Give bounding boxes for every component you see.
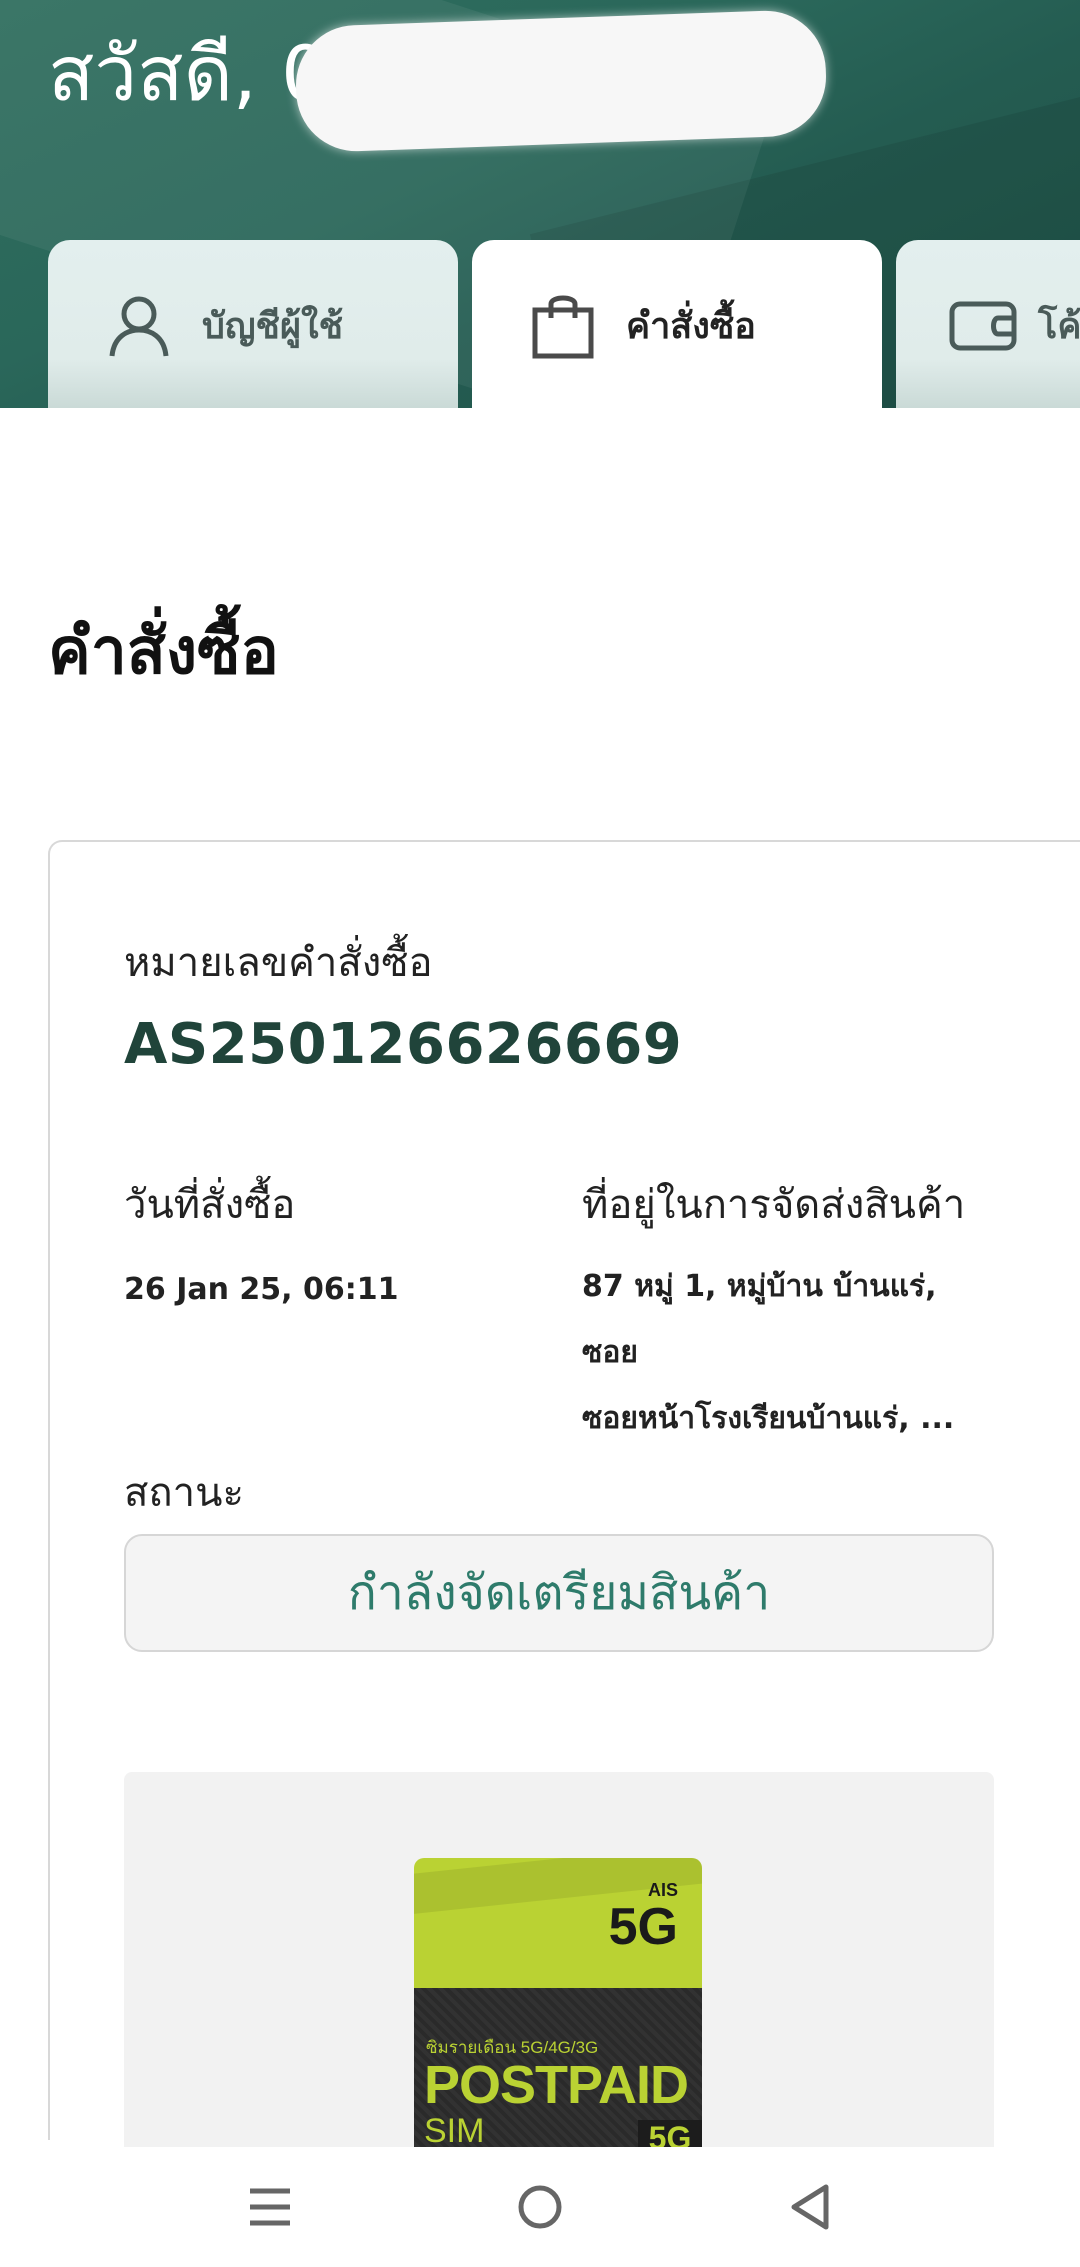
status-badge: กำลังจัดเตรียมสินค้า — [124, 1534, 994, 1652]
shipping-address-line1: 87 หมู่ 1, หมู่บ้าน บ้านแร่, ซอย — [582, 1269, 937, 1370]
sim-product-name: POSTPAID — [424, 2055, 689, 2115]
page: สวัสดี, 0 บัญชีผู้ใช้ คำสั่งซื้อ โค้ คำส… — [0, 0, 1080, 2267]
postpaid-sim-image: AIS 5G ซิมรายเดือน 5G/4G/3G POSTPAID SIM… — [414, 1858, 702, 2188]
shopping-bag-icon — [532, 295, 594, 359]
back-icon[interactable] — [770, 2167, 850, 2247]
home-icon[interactable] — [500, 2167, 580, 2247]
order-number-label: หมายเลขคำสั่งซื้อ — [124, 940, 433, 986]
tab-codes[interactable]: โค้ — [896, 240, 1080, 408]
status-text: กำลังจัดเตรียมสินค้า — [347, 1565, 771, 1621]
user-icon — [109, 296, 169, 357]
sim-brand-logo: AIS 5G — [609, 1880, 678, 1953]
tab-codes-label: โค้ — [1038, 305, 1080, 347]
sim-network-text: 5G — [608, 1898, 678, 1956]
shipping-address: 87 หมู่ 1, หมู่บ้าน บ้านแร่, ซอย ซอยหน้า… — [582, 1254, 1002, 1452]
redacted-phone-number — [293, 8, 829, 154]
page-title: คำสั่งซื้อ — [48, 615, 279, 689]
product-image-area[interactable]: AIS 5G ซิมรายเดือน 5G/4G/3G POSTPAID SIM… — [124, 1772, 994, 2188]
tab-orders-label: คำสั่งซื้อ — [626, 305, 756, 347]
tab-account-label: บัญชีผู้ใช้ — [202, 305, 344, 347]
tab-account[interactable]: บัญชีผู้ใช้ — [48, 240, 458, 408]
status-label: สถานะ — [124, 1470, 244, 1516]
order-date: 26 Jan 25, 06:11 — [124, 1272, 399, 1307]
menu-icon[interactable] — [230, 2167, 310, 2247]
wallet-icon — [949, 301, 1017, 351]
order-card[interactable]: หมายเลขคำสั่งซื้อ AS250126626669 วันที่ส… — [48, 840, 1080, 2188]
shipping-address-label: ที่อยู่ในการจัดส่งสินค้า — [582, 1182, 966, 1228]
tab-orders[interactable]: คำสั่งซื้อ — [472, 240, 882, 408]
system-navigation-bar — [0, 2147, 1080, 2267]
header-banner: สวัสดี, 0 บัญชีผู้ใช้ คำสั่งซื้อ โค้ — [0, 0, 1080, 408]
greeting-text: สวัสดี, 0 — [48, 29, 330, 118]
order-date-label: วันที่สั่งซื้อ — [124, 1182, 296, 1228]
sim-word: SIM — [424, 2112, 485, 2150]
shipping-address-line2: ซอยหน้าโรงเรียนบ้านแร่, ... — [582, 1401, 955, 1436]
order-number: AS250126626669 — [124, 1012, 683, 1077]
